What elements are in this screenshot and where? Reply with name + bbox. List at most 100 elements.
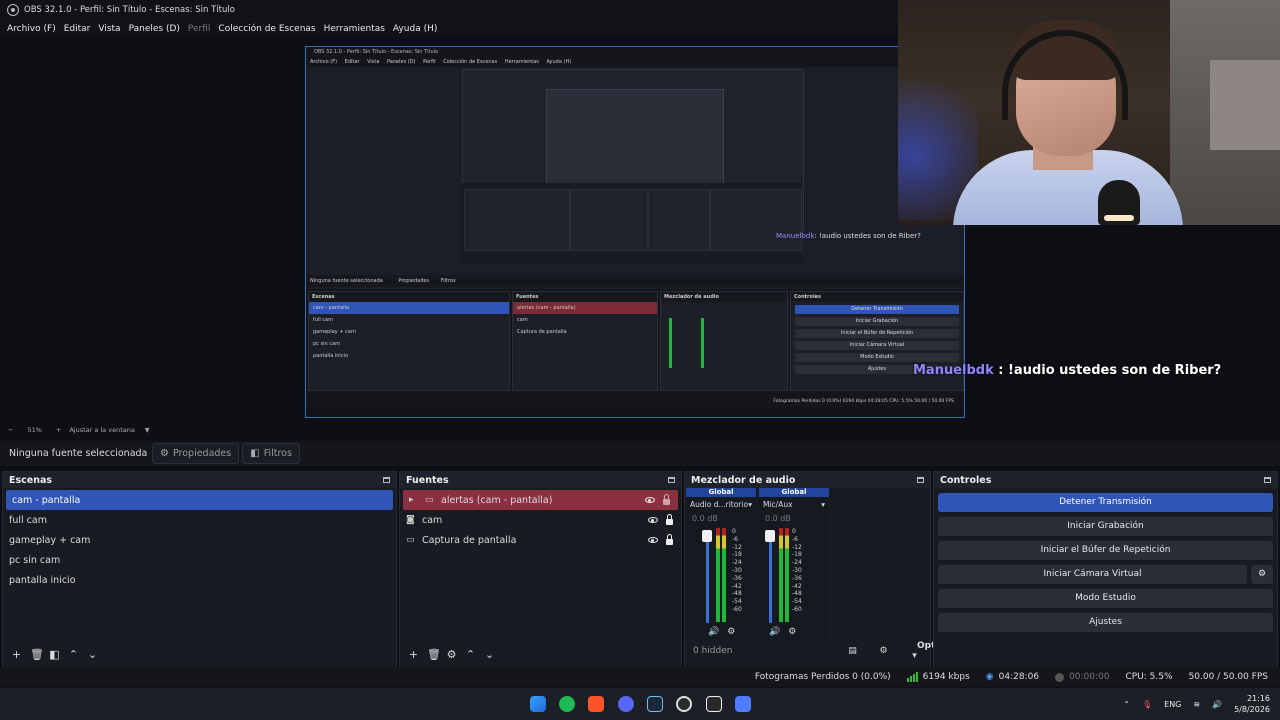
- undock-icon[interactable]: [1264, 477, 1271, 483]
- scene-item[interactable]: pc sin cam: [3, 550, 396, 570]
- add-icon[interactable]: +: [408, 648, 419, 661]
- steam-icon[interactable]: [647, 696, 663, 712]
- lock-icon[interactable]: [666, 514, 673, 525]
- mixer-settings-icon[interactable]: ⚙: [878, 646, 889, 656]
- mixer-channel-desktop: Global Audio d...ritorio ▾ 0.0 dB 0 -6 -12-…: [686, 488, 756, 640]
- menu-coleccion[interactable]: Colección de Escenas: [218, 24, 315, 34]
- menu-paneles[interactable]: Paneles (D): [129, 24, 180, 34]
- nested-menu-item: Archivo (F): [310, 59, 338, 65]
- gear-icon[interactable]: ⚙: [446, 648, 457, 661]
- trash-icon[interactable]: 🗑: [30, 648, 44, 661]
- volume-slider-track[interactable]: [706, 531, 709, 623]
- program-preview[interactable]: OBS 32.1.0 - Perfil: Sin Título - Escena…: [305, 46, 965, 418]
- source-label: Captura de pantalla: [422, 534, 517, 546]
- scenes-dock: Escenas cam - pantalla full cam gameplay…: [2, 471, 397, 674]
- obs-icon[interactable]: [676, 696, 692, 712]
- chat-overlay-message: Manuelbdk : !audio ustedes son de Riber?: [913, 363, 1221, 378]
- windows-start-icon[interactable]: [530, 696, 546, 712]
- stop-stream-button[interactable]: Detener Transmisión: [938, 493, 1273, 512]
- channel-settings-icon[interactable]: ⚙: [727, 627, 735, 637]
- virtual-cam-settings-button[interactable]: ⚙: [1251, 565, 1273, 584]
- epic-icon[interactable]: [706, 696, 722, 712]
- scene-item[interactable]: gameplay + cam: [3, 530, 396, 550]
- device-label: Mic/Aux: [763, 500, 793, 509]
- scene-item[interactable]: cam - pantalla: [6, 490, 393, 510]
- menu-ayuda[interactable]: Ayuda (H): [393, 24, 437, 34]
- scene-item[interactable]: pantalla inicio: [3, 570, 396, 590]
- device-select[interactable]: Audio d...ritorio ▾: [686, 497, 756, 512]
- gear-icon: ⚙: [160, 448, 169, 459]
- chat-username: Manuelbdk: [913, 363, 994, 378]
- language-indicator[interactable]: ENG: [1164, 700, 1181, 709]
- undock-icon[interactable]: [917, 477, 924, 483]
- layout-icon[interactable]: ▤: [847, 646, 858, 656]
- volume-icon[interactable]: 🔊: [1212, 700, 1222, 709]
- expand-arrow-icon[interactable]: ▸: [409, 495, 423, 505]
- zoom-in-button[interactable]: +: [56, 426, 61, 434]
- source-item[interactable]: ▭ Captura de pantalla: [400, 530, 681, 550]
- channel-icons: 🔊 ⚙: [708, 627, 735, 637]
- mic-icon[interactable]: 🎙: [1142, 700, 1152, 709]
- filters-icon[interactable]: ◧: [49, 648, 60, 661]
- virtual-cam-button[interactable]: Iniciar Cámara Virtual: [938, 565, 1247, 584]
- menu-herramientas[interactable]: Herramientas: [324, 24, 385, 34]
- chevron-up-icon[interactable]: ⌃: [1123, 700, 1130, 709]
- spotify-icon[interactable]: [559, 696, 575, 712]
- wifi-icon[interactable]: ≋: [1193, 700, 1200, 709]
- discord-icon[interactable]: [618, 696, 634, 712]
- nested-scene-item: pc sin cam: [313, 341, 340, 347]
- webcam-background-shelf: [1210, 60, 1280, 150]
- move-up-icon[interactable]: ⌃: [68, 648, 79, 661]
- menu-editar[interactable]: Editar: [64, 24, 91, 34]
- speaker-icon[interactable]: 🔊: [708, 627, 719, 637]
- visibility-eye-icon[interactable]: [645, 497, 655, 503]
- source-item[interactable]: ▸ ▭ alertas (cam - pantalla): [403, 490, 678, 510]
- studio-mode-button[interactable]: Modo Estudio: [938, 589, 1273, 608]
- trash-icon[interactable]: 🗑: [427, 648, 441, 661]
- brave-icon[interactable]: [588, 696, 604, 712]
- scene-item[interactable]: full cam: [3, 510, 396, 530]
- sources-dock: Fuentes ▸ ▭ alertas (cam - pantalla) ◙ c…: [399, 471, 682, 674]
- zoom-fit-button[interactable]: Ajustar a la ventana: [69, 426, 135, 434]
- nested-source-item: cam: [517, 317, 528, 323]
- sources-header: Fuentes: [400, 472, 681, 488]
- channel-icons: 🔊 ⚙: [769, 627, 796, 637]
- menu-vista[interactable]: Vista: [98, 24, 120, 34]
- stream-time: ◉ 04:28:06: [986, 672, 1039, 682]
- add-icon[interactable]: +: [11, 648, 22, 661]
- channel-settings-icon[interactable]: ⚙: [788, 627, 796, 637]
- zoom-out-button[interactable]: −: [8, 426, 13, 434]
- source-item[interactable]: ◙ cam: [400, 510, 681, 530]
- undock-icon[interactable]: [668, 477, 675, 483]
- chevron-down-icon[interactable]: ▼: [145, 427, 150, 434]
- move-up-icon[interactable]: ⌃: [465, 648, 476, 661]
- properties-bar: Ninguna fuente seleccionada ⚙ Propiedade…: [0, 441, 1280, 466]
- lock-icon[interactable]: [666, 534, 673, 545]
- volume-slider-track[interactable]: [769, 531, 772, 623]
- device-select[interactable]: Mic/Aux ▾: [759, 497, 829, 512]
- move-down-icon[interactable]: ⌄: [484, 648, 495, 661]
- properties-label: Propiedades: [172, 448, 232, 459]
- speaker-icon[interactable]: 🔊: [769, 627, 780, 637]
- visibility-eye-icon[interactable]: [648, 517, 658, 523]
- app-icon[interactable]: [735, 696, 751, 712]
- settings-button[interactable]: Ajustes: [938, 613, 1273, 632]
- options-button[interactable]: Options ▾: [909, 641, 956, 661]
- properties-button[interactable]: ⚙ Propiedades: [152, 443, 240, 464]
- undock-icon[interactable]: [383, 477, 390, 483]
- scenes-title: Escenas: [9, 474, 53, 486]
- volume-slider-knob[interactable]: [702, 530, 712, 542]
- filters-button[interactable]: ◧ Filtros: [242, 443, 300, 464]
- nested-taskbar: [306, 407, 964, 417]
- replay-buffer-button[interactable]: Iniciar el Búfer de Repetición: [938, 541, 1273, 560]
- lock-icon[interactable]: [663, 494, 670, 505]
- move-down-icon[interactable]: ⌄: [87, 648, 98, 661]
- volume-slider-knob[interactable]: [765, 530, 775, 542]
- start-recording-button[interactable]: Iniciar Grabación: [938, 517, 1273, 536]
- clock[interactable]: 21:16 5/8/2026: [1234, 693, 1270, 715]
- sources-toolbar: + 🗑 ⚙ ⌃ ⌄: [400, 648, 495, 661]
- record-time: 00:00:00: [1055, 672, 1109, 682]
- visibility-eye-icon[interactable]: [648, 537, 658, 543]
- menu-archivo[interactable]: Archivo (F): [7, 24, 56, 34]
- nested-menu-bar: Archivo (F) Editar Vista Paneles (D) Per…: [306, 57, 964, 67]
